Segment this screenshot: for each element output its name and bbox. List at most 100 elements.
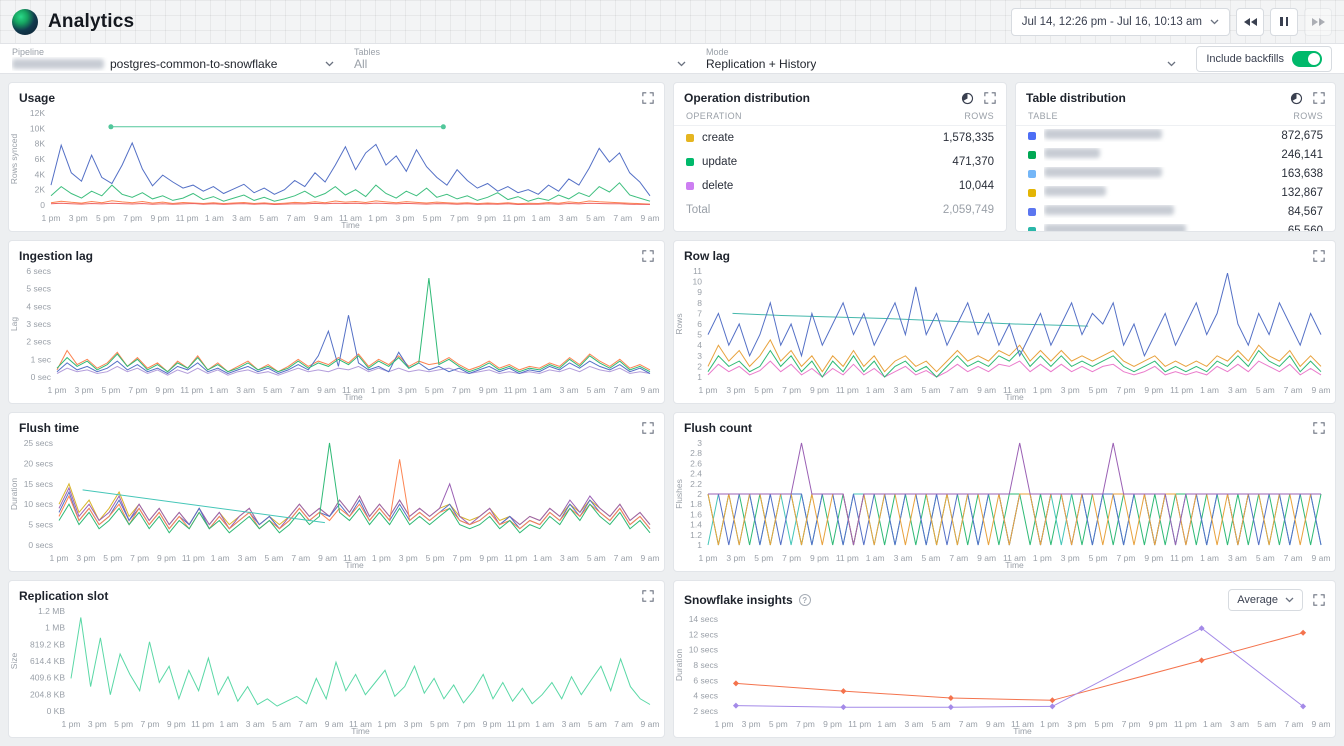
svg-text:9 am: 9 am — [1312, 385, 1331, 395]
svg-text:Lag: Lag — [9, 317, 19, 331]
expand-button[interactable] — [984, 92, 996, 104]
expand-icon — [642, 422, 654, 434]
svg-text:1 pm: 1 pm — [699, 553, 718, 563]
svg-text:11 pm: 11 pm — [180, 385, 203, 395]
svg-text:7 pm: 7 pm — [782, 385, 801, 395]
pipeline-select[interactable]: Pipeline postgres-common-to-snowflake — [12, 44, 334, 73]
column-rows: ROWS — [1293, 111, 1323, 121]
svg-text:7 am: 7 am — [1284, 553, 1303, 563]
svg-text:1 am: 1 am — [877, 719, 896, 729]
svg-text:3 am: 3 am — [559, 213, 578, 223]
svg-text:7 am: 7 am — [1284, 719, 1303, 729]
svg-text:9 am: 9 am — [641, 553, 660, 563]
svg-text:10K: 10K — [30, 123, 45, 133]
svg-text:2K: 2K — [35, 185, 46, 195]
svg-text:5 pm: 5 pm — [1094, 719, 1113, 729]
svg-text:1 pm: 1 pm — [1033, 553, 1052, 563]
svg-text:9 pm: 9 pm — [823, 719, 842, 729]
svg-text:11 pm: 11 pm — [176, 213, 199, 223]
svg-text:9 am: 9 am — [314, 213, 333, 223]
include-backfills-toggle[interactable]: Include backfills — [1196, 46, 1332, 72]
expand-button[interactable] — [642, 92, 654, 104]
expand-button[interactable] — [1313, 250, 1325, 262]
svg-text:10 secs: 10 secs — [689, 645, 718, 655]
svg-text:7 am: 7 am — [290, 385, 309, 395]
svg-text:5 am: 5 am — [1257, 719, 1276, 729]
svg-text:3 am: 3 am — [1228, 553, 1247, 563]
svg-text:3 pm: 3 pm — [726, 553, 745, 563]
svg-text:5 am: 5 am — [264, 553, 283, 563]
page-title: Analytics — [48, 11, 134, 33]
svg-text:11 pm: 11 pm — [1174, 719, 1197, 729]
svg-text:9 pm: 9 pm — [810, 385, 829, 395]
svg-text:2.6: 2.6 — [690, 458, 702, 468]
svg-text:3 pm: 3 pm — [404, 719, 423, 729]
table-row: 246,141 — [1016, 145, 1335, 164]
pause-icon — [1279, 17, 1289, 26]
svg-text:3 pm: 3 pm — [396, 213, 415, 223]
svg-text:1 pm: 1 pm — [372, 553, 391, 563]
svg-text:3 am: 3 am — [894, 385, 913, 395]
svg-text:204.8 KB: 204.8 KB — [30, 689, 65, 699]
svg-text:3 pm: 3 pm — [1061, 553, 1080, 563]
flush-time-title: Flush time — [19, 421, 79, 435]
svg-text:12K: 12K — [30, 108, 45, 118]
svg-text:7 pm: 7 pm — [453, 553, 472, 563]
operation-name: update — [702, 156, 952, 168]
column-rows: ROWS — [964, 111, 994, 121]
svg-text:3 pm: 3 pm — [76, 553, 95, 563]
svg-text:9 am: 9 am — [318, 553, 337, 563]
svg-text:7 pm: 7 pm — [782, 553, 801, 563]
date-range-selector[interactable]: Jul 14, 12:26 pm - Jul 16, 10:13 am — [1011, 8, 1230, 36]
svg-text:7 pm: 7 pm — [123, 213, 142, 223]
pause-button[interactable] — [1270, 8, 1298, 36]
svg-text:5 am: 5 am — [263, 385, 282, 395]
svg-text:7 am: 7 am — [291, 553, 310, 563]
svg-text:5 pm: 5 pm — [754, 553, 773, 563]
svg-text:Duration: Duration — [9, 478, 19, 510]
skip-forward-button[interactable] — [1304, 8, 1332, 36]
svg-text:1 pm: 1 pm — [377, 719, 396, 729]
table-rows: 163,638 — [1281, 168, 1323, 180]
pipeline-label: Pipeline — [12, 47, 334, 57]
svg-text:1 pm: 1 pm — [1033, 385, 1052, 395]
svg-text:11 pm: 11 pm — [836, 385, 859, 395]
svg-text:1 pm: 1 pm — [371, 385, 390, 395]
svg-text:3 am: 3 am — [236, 385, 255, 395]
svg-text:3 am: 3 am — [560, 385, 579, 395]
series-color-swatch — [1028, 151, 1036, 159]
expand-button[interactable] — [1313, 594, 1325, 606]
column-operation: OPERATION — [686, 111, 742, 121]
svg-text:9: 9 — [697, 287, 702, 297]
svg-text:20 secs: 20 secs — [24, 458, 53, 468]
mode-select[interactable]: Mode Replication + History — [706, 44, 1176, 73]
svg-text:2 secs: 2 secs — [693, 706, 718, 716]
pie-view-button[interactable] — [1290, 92, 1303, 105]
expand-button[interactable] — [642, 590, 654, 602]
pie-view-button[interactable] — [961, 92, 974, 105]
expand-button[interactable] — [642, 422, 654, 434]
expand-button[interactable] — [642, 250, 654, 262]
svg-text:614.4 KB: 614.4 KB — [30, 656, 65, 666]
expand-button[interactable] — [1313, 92, 1325, 104]
skip-back-button[interactable] — [1236, 8, 1264, 36]
total-rows: 2,059,749 — [943, 204, 994, 216]
svg-text:1 am: 1 am — [532, 213, 551, 223]
aggregate-select[interactable]: Average — [1228, 589, 1303, 611]
table-name-redacted — [1044, 167, 1281, 180]
usage-chart: 02K4K6K8K10K12K1 pm3 pm5 pm7 pm9 pm11 pm… — [9, 106, 664, 231]
expand-icon — [1313, 422, 1325, 434]
svg-text:5 pm: 5 pm — [114, 719, 133, 729]
svg-text:9 pm: 9 pm — [479, 385, 498, 395]
svg-text:3 pm: 3 pm — [75, 385, 94, 395]
usage-title: Usage — [19, 91, 55, 105]
card-usage: Usage 02K4K6K8K10K12K1 pm3 pm5 pm7 pm9 p… — [8, 82, 665, 232]
info-icon[interactable]: ? — [799, 594, 811, 606]
svg-text:7 pm: 7 pm — [456, 719, 475, 729]
svg-text:4K: 4K — [35, 169, 46, 179]
svg-text:1.4: 1.4 — [690, 520, 702, 530]
expand-button[interactable] — [1313, 422, 1325, 434]
tables-select[interactable]: Tables All — [354, 44, 686, 73]
svg-text:8: 8 — [697, 298, 702, 308]
svg-text:9 pm: 9 pm — [479, 553, 498, 563]
